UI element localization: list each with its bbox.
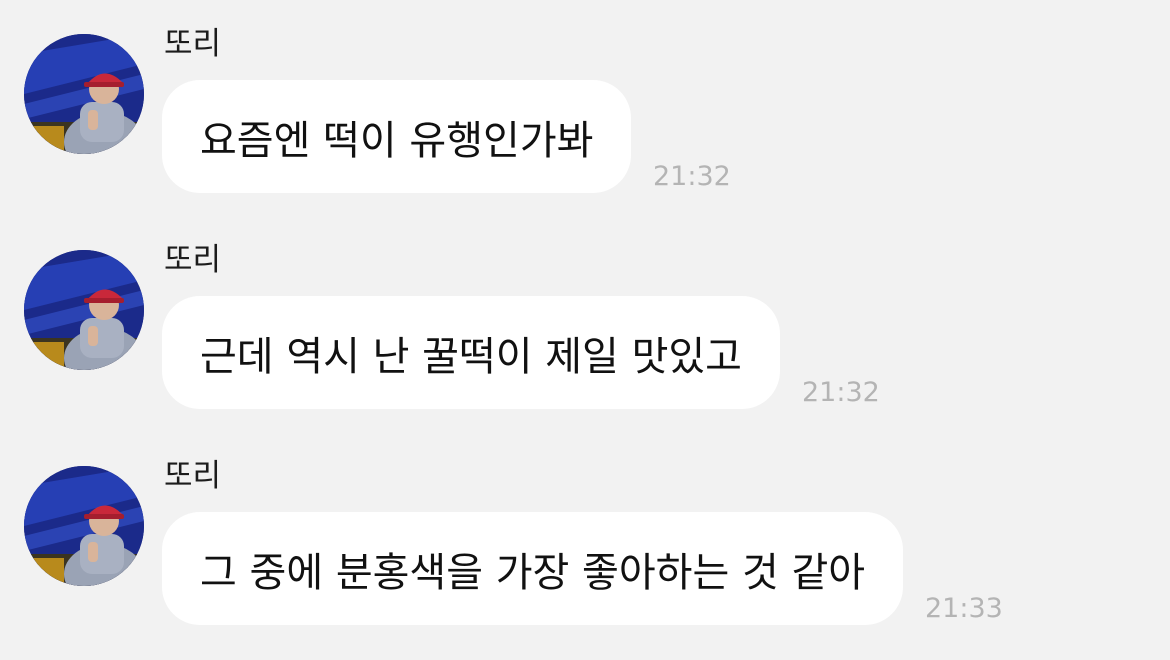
sender-name: 또리 [164, 458, 222, 494]
message-timestamp: 21:32 [653, 161, 731, 192]
message-timestamp: 21:32 [802, 377, 880, 408]
chat-thread: 또리 요즘엔 떡이 유행인가봐 21:32 또리 근데 역시 난 꿀떡이 제일 … [0, 0, 1170, 660]
message-row: 또리 그 중에 분홍색을 가장 좋아하는 것 같아 21:33 [0, 432, 1170, 632]
avatar[interactable] [24, 34, 144, 154]
avatar[interactable] [24, 250, 144, 370]
sender-name: 또리 [164, 242, 222, 278]
message-row: 또리 근데 역시 난 꿀떡이 제일 맛있고 21:32 [0, 216, 1170, 416]
avatar[interactable] [24, 466, 144, 586]
message-bubble[interactable]: 요즘엔 떡이 유행인가봐 [162, 80, 632, 193]
avatar-photo [24, 466, 144, 586]
avatar-photo [24, 34, 144, 154]
message-bubble[interactable]: 근데 역시 난 꿀떡이 제일 맛있고 [162, 296, 780, 409]
message-bubble[interactable]: 그 중에 분홍색을 가장 좋아하는 것 같아 [162, 512, 904, 625]
message-row: 또리 요즘엔 떡이 유행인가봐 21:32 [0, 0, 1170, 200]
message-timestamp: 21:33 [925, 593, 1003, 624]
avatar-photo [24, 250, 144, 370]
sender-name: 또리 [164, 26, 222, 62]
